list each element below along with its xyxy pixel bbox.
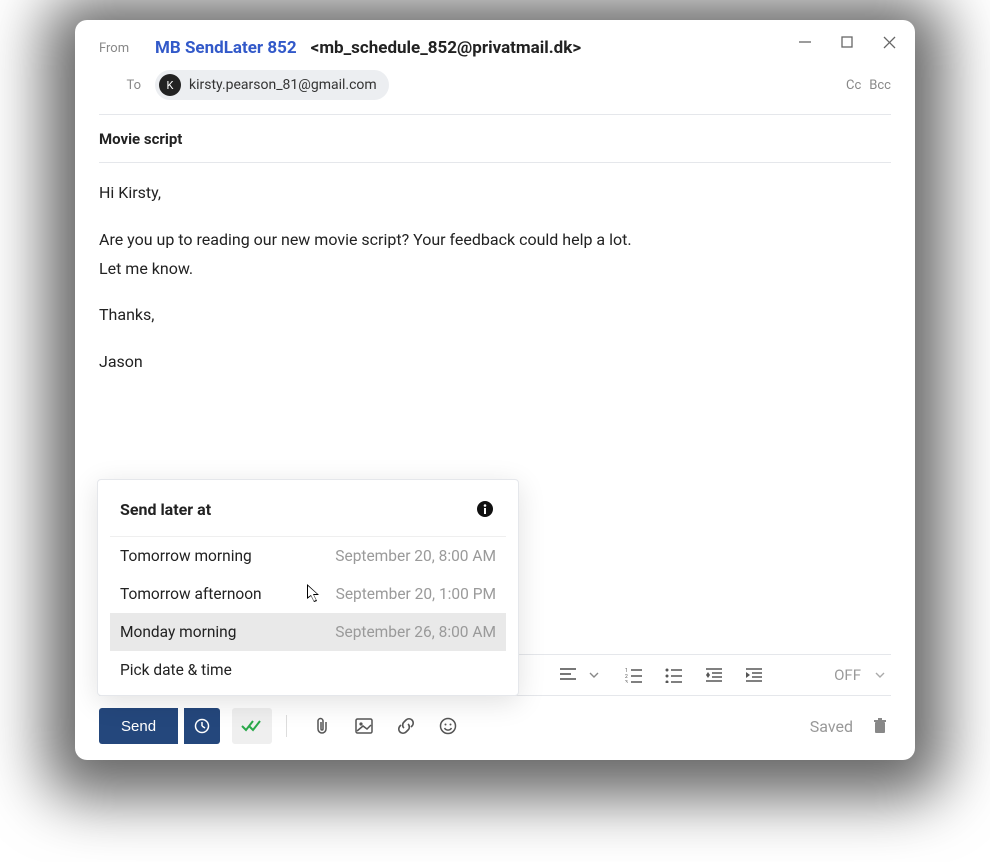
option-time: September 26, 8:00 AM bbox=[335, 623, 496, 641]
body-closing: Thanks, bbox=[99, 303, 891, 328]
option-label: Pick date & time bbox=[120, 661, 232, 679]
double-check-button[interactable] bbox=[232, 708, 272, 744]
chevron-down-icon[interactable] bbox=[869, 664, 891, 686]
option-label: Tomorrow morning bbox=[120, 547, 252, 565]
avatar: K bbox=[159, 74, 181, 96]
info-icon[interactable] bbox=[474, 498, 496, 520]
link-icon[interactable] bbox=[395, 715, 417, 737]
trash-icon[interactable] bbox=[869, 715, 891, 737]
bcc-button[interactable]: Bcc bbox=[869, 78, 891, 93]
outdent-icon[interactable] bbox=[703, 664, 725, 686]
option-time: September 20, 1:00 PM bbox=[336, 585, 496, 603]
to-row: To K kirsty.pearson_81@gmail.com Cc Bcc bbox=[75, 64, 915, 114]
maximize-button[interactable] bbox=[839, 34, 855, 50]
body-signature: Jason bbox=[99, 350, 891, 375]
bullet-list-icon[interactable] bbox=[663, 664, 685, 686]
send-bar: Send bbox=[99, 706, 891, 746]
saved-label: Saved bbox=[810, 717, 853, 736]
option-time: September 20, 8:00 AM bbox=[335, 547, 496, 565]
emoji-icon[interactable] bbox=[437, 715, 459, 737]
recipient-chip[interactable]: K kirsty.pearson_81@gmail.com bbox=[155, 70, 389, 100]
close-button[interactable] bbox=[881, 34, 897, 50]
svg-text:3: 3 bbox=[625, 680, 628, 683]
popup-title: Send later at bbox=[120, 500, 211, 519]
send-later-option[interactable]: Pick date & time bbox=[110, 651, 506, 689]
align-icon[interactable] bbox=[557, 664, 579, 686]
body-line2: Let me know. bbox=[99, 257, 891, 282]
minimize-button[interactable] bbox=[797, 34, 813, 50]
send-later-option[interactable]: Tomorrow morning September 20, 8:00 AM bbox=[110, 537, 506, 575]
numbered-list-icon[interactable]: 123 bbox=[623, 664, 645, 686]
image-icon[interactable] bbox=[353, 715, 375, 737]
body-line1: Are you up to reading our new movie scri… bbox=[99, 228, 891, 253]
send-later-option[interactable]: Monday morning September 26, 8:00 AM bbox=[110, 613, 506, 651]
from-row: From MB SendLater 852 <mb_schedule_852@p… bbox=[75, 20, 915, 64]
subject-row[interactable]: Movie script bbox=[99, 114, 891, 163]
email-body[interactable]: Hi Kirsty, Are you up to reading our new… bbox=[75, 163, 915, 375]
option-label: Monday morning bbox=[120, 623, 236, 641]
indent-icon[interactable] bbox=[743, 664, 765, 686]
cursor-icon bbox=[307, 584, 321, 604]
window-controls bbox=[797, 34, 897, 50]
compose-window: From MB SendLater 852 <mb_schedule_852@p… bbox=[75, 20, 915, 760]
schedule-button[interactable] bbox=[184, 708, 220, 744]
formatting-off-label[interactable]: OFF bbox=[834, 666, 861, 684]
subject-text: Movie script bbox=[99, 130, 182, 148]
send-button[interactable]: Send bbox=[99, 708, 178, 744]
to-label: To bbox=[99, 78, 141, 93]
from-name[interactable]: MB SendLater 852 bbox=[155, 38, 297, 58]
cc-button[interactable]: Cc bbox=[846, 78, 861, 93]
recipient-email: kirsty.pearson_81@gmail.com bbox=[189, 77, 377, 93]
from-email: <mb_schedule_852@privatmail.dk> bbox=[311, 38, 581, 58]
body-greeting: Hi Kirsty, bbox=[99, 181, 891, 206]
divider bbox=[286, 715, 287, 737]
chevron-down-icon[interactable] bbox=[583, 664, 605, 686]
attachment-icon[interactable] bbox=[311, 715, 333, 737]
from-label: From bbox=[99, 41, 141, 56]
option-label: Tomorrow afternoon bbox=[120, 585, 262, 603]
